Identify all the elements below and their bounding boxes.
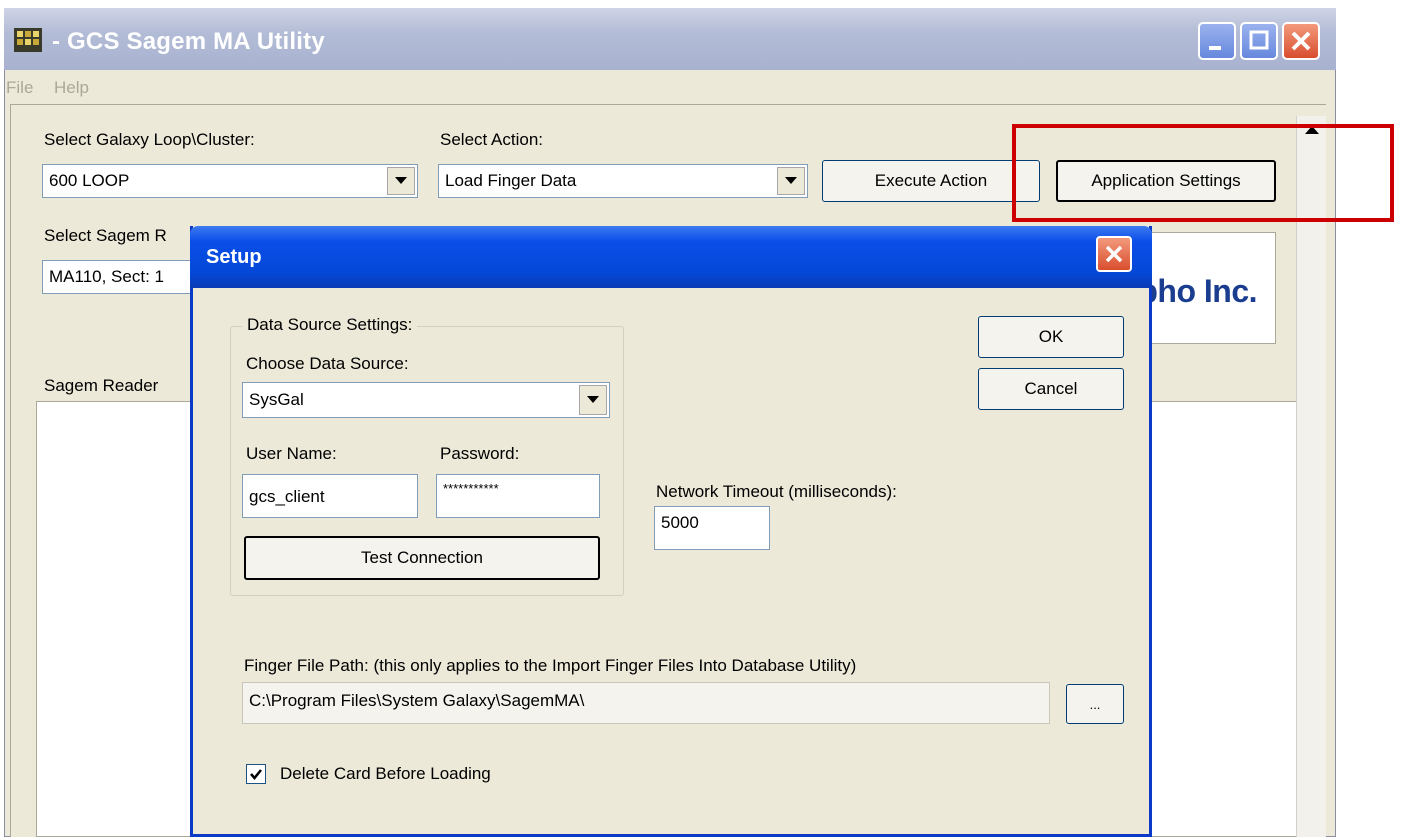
cancel-button[interactable]: Cancel [978, 368, 1124, 410]
test-connection-button[interactable]: Test Connection [244, 536, 600, 580]
menu-bar [5, 70, 1335, 104]
choose-data-source-label: Choose Data Source: [246, 354, 409, 373]
dialog-title-bar[interactable] [190, 226, 1152, 288]
checkmark-icon [250, 769, 262, 780]
dialog-title: Setup [206, 246, 262, 268]
data-source-select[interactable]: SysGal [242, 382, 610, 418]
password-field[interactable]: *********** [436, 474, 600, 518]
data-source-value: SysGal [249, 390, 304, 409]
highlight-annotation [1012, 124, 1394, 222]
window-title: - GCS Sagem MA Utility [52, 28, 325, 55]
action-label: Select Action: [440, 130, 544, 149]
data-source-group-label: Data Source Settings: [242, 315, 418, 335]
action-value: Load Finger Data [445, 171, 577, 190]
browse-button[interactable]: ... [1066, 684, 1124, 724]
delete-card-label[interactable]: Delete Card Before Loading [280, 764, 491, 784]
action-select[interactable]: Load Finger Data [438, 164, 808, 198]
sagem-reader-value: MA110, Sect: 1 [49, 267, 164, 286]
ok-button[interactable]: OK [978, 316, 1124, 358]
galaxy-loop-select[interactable]: 600 LOOP [42, 164, 418, 198]
galaxy-loop-value: 600 LOOP [49, 171, 130, 190]
sagem-reader-select[interactable]: MA110, Sect: 1 [42, 260, 212, 294]
galaxy-loop-label: Select Galaxy Loop\Cluster: [44, 130, 255, 149]
menu-help[interactable]: Help [54, 78, 89, 98]
logo-text: pho Inc. [1138, 273, 1257, 309]
chevron-down-icon[interactable] [387, 167, 415, 195]
sagem-reader-label: Select Sagem R [44, 226, 167, 245]
minimize-button[interactable] [1198, 22, 1236, 60]
close-icon [1105, 245, 1123, 263]
finger-file-path-field[interactable]: C:\Program Files\System Galaxy\SagemMA\ [242, 682, 1050, 724]
finger-file-path-value: C:\Program Files\System Galaxy\SagemMA\ [249, 691, 585, 710]
network-timeout-label: Network Timeout (milliseconds): [656, 482, 897, 501]
execute-action-button[interactable]: Execute Action [822, 160, 1040, 202]
user-name-field[interactable]: gcs_client [242, 474, 418, 518]
menu-file[interactable]: File [6, 78, 33, 98]
user-name-label: User Name: [246, 444, 337, 463]
finger-file-path-label: Finger File Path: (this only applies to … [244, 656, 857, 675]
network-timeout-field[interactable]: 5000 [654, 506, 770, 550]
app-icon[interactable] [12, 24, 44, 56]
password-label: Password: [440, 444, 520, 463]
delete-card-checkbox[interactable] [246, 764, 266, 784]
chevron-down-icon[interactable] [579, 385, 607, 415]
dialog-close-button[interactable] [1096, 236, 1132, 272]
close-button[interactable] [1282, 22, 1320, 60]
maximize-button[interactable] [1240, 22, 1278, 60]
user-name-value: gcs_client [249, 487, 325, 506]
vertical-scrollbar[interactable] [1296, 116, 1326, 837]
password-value: *********** [443, 481, 499, 496]
network-timeout-value: 5000 [661, 513, 699, 532]
chevron-down-icon[interactable] [777, 167, 805, 195]
sagem-reader-column-header[interactable]: Sagem Reader [44, 376, 158, 396]
